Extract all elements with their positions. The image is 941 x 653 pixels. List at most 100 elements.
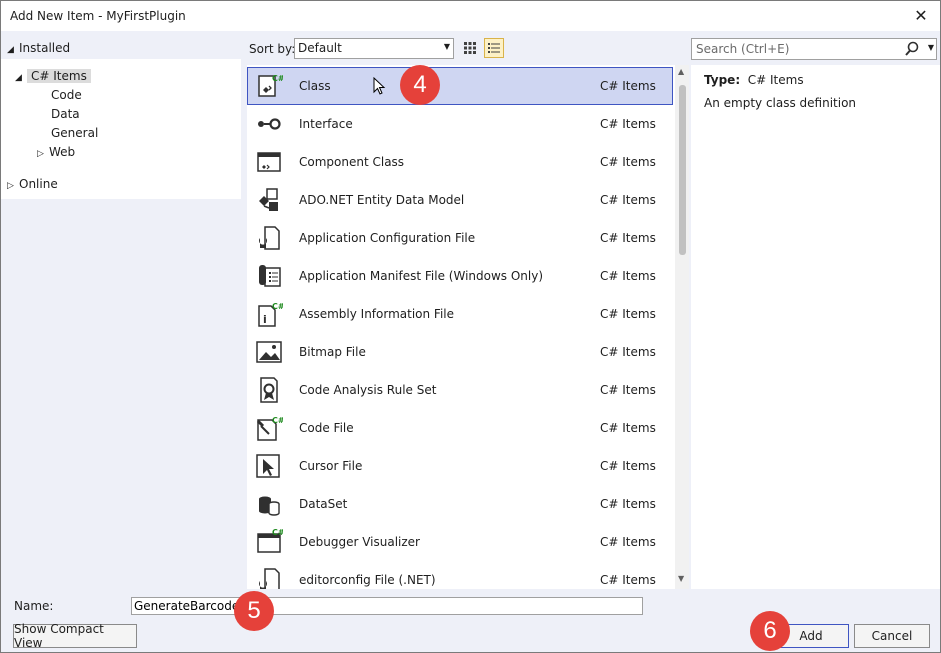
dataset-icon [259, 496, 280, 516]
title-bar: Add New Item - MyFirstPlugin ✕ [1, 1, 940, 31]
tree-node-web[interactable]: ▷ Web [37, 143, 75, 161]
template-item-row[interactable]: Interface C# Items [247, 105, 673, 143]
template-item-category: C# Items [600, 421, 656, 435]
rule-set-icon [260, 377, 278, 403]
tree-node-general[interactable]: General [51, 124, 98, 142]
sort-by-dropdown[interactable]: Default ▼ [294, 38, 454, 59]
window-title: Add New Item - MyFirstPlugin [10, 9, 186, 23]
template-item-name: Code File [299, 421, 354, 435]
template-item-category: C# Items [600, 383, 656, 397]
template-item-name: Cursor File [299, 459, 363, 473]
template-item-row[interactable]: Application Configuration File C# Items [247, 219, 673, 257]
template-item-row[interactable]: Code Analysis Rule Set C# Items [247, 371, 673, 409]
template-item-name: Application Configuration File [299, 231, 476, 245]
list-scrollbar[interactable]: ▲ ▼ [675, 65, 689, 589]
svg-text:C#: C# [272, 74, 283, 83]
template-item-name: Code Analysis Rule Set [299, 383, 437, 397]
template-item-name: Interface [299, 117, 353, 131]
template-item-name: Application Manifest File (Windows Only) [299, 269, 544, 283]
sort-by-label: Sort by: [249, 42, 296, 56]
cursor-file-icon [256, 454, 280, 478]
template-item-row[interactable]: C# Class C# Items [247, 67, 673, 105]
grid-view-icon [464, 42, 476, 54]
template-item-name: DataSet [299, 497, 348, 511]
tree-node-code[interactable]: Code [51, 86, 82, 104]
step-badge-6: 6 [750, 611, 790, 651]
name-label: Name: [14, 599, 54, 613]
component-class-icon [257, 152, 281, 172]
tree-node-installed-label: Installed [19, 41, 71, 55]
tree-node-data[interactable]: Data [51, 105, 80, 123]
details-type-value: C# Items [747, 73, 804, 87]
template-item-category: C# Items [600, 497, 656, 511]
template-item-category: C# Items [600, 193, 656, 207]
template-item-name: editorconfig File (.NET) [299, 573, 436, 587]
list-view-icon [488, 43, 500, 53]
cancel-button[interactable]: Cancel [854, 624, 930, 648]
template-item-row[interactable]: Cursor File C# Items [247, 447, 673, 485]
collapse-triangle-icon[interactable]: ◢ [7, 41, 19, 59]
template-item-category: C# Items [600, 345, 656, 359]
template-item-row[interactable]: Application Manifest File (Windows Only)… [247, 257, 673, 295]
tree-node-installed[interactable]: ◢ Installed [7, 39, 70, 57]
template-item-category: C# Items [600, 231, 656, 245]
code-file-icon: C# [256, 416, 283, 441]
template-item-category: C# Items [600, 573, 656, 587]
debugger-visualizer-icon: C# [257, 528, 283, 553]
template-item-row[interactable]: Bitmap File C# Items [247, 333, 673, 371]
close-icon[interactable]: ✕ [912, 7, 930, 25]
details-description: An empty class definition [704, 96, 857, 110]
collapse-triangle-icon[interactable]: ◢ [15, 69, 27, 87]
add-new-item-dialog: Add New Item - MyFirstPlugin ✕ ◢ Installe… [0, 0, 941, 653]
chevron-down-icon: ▼ [443, 42, 450, 51]
step-badge-4: 4 [400, 65, 440, 105]
name-input[interactable] [131, 597, 643, 615]
class-icon: C# [258, 74, 283, 97]
scroll-down-arrow-icon[interactable]: ▼ [678, 574, 684, 583]
template-item-category: C# Items [600, 459, 656, 473]
template-item-name: Class [299, 79, 331, 93]
assembly-info-icon: i C# [258, 302, 283, 327]
template-item-category: C# Items [600, 117, 656, 131]
tree-node-csharp-items-label: C# Items [27, 69, 91, 83]
svg-text:C#: C# [272, 528, 283, 537]
search-box: ▼ [691, 38, 937, 60]
template-item-row[interactable]: DataSet C# Items [247, 485, 673, 523]
template-details-panel: Type: C# Items An empty class definition [691, 65, 940, 589]
template-list: C#ClassC# ItemsInterfaceC# ItemsComponen… [247, 65, 689, 589]
details-type-label: Type: [704, 73, 741, 87]
svg-text:C#: C# [272, 302, 283, 311]
entity-model-icon [259, 188, 278, 211]
template-item-row[interactable]: C# Code File C# Items [247, 409, 673, 447]
template-item-name: Bitmap File [299, 345, 366, 359]
medium-icons-view-button[interactable] [460, 38, 480, 58]
show-compact-view-button[interactable]: Show Compact View [13, 622, 137, 650]
template-item-category: C# Items [600, 535, 656, 549]
tree-node-online[interactable]: ▷ Online [7, 175, 58, 193]
search-input[interactable] [694, 40, 903, 58]
template-item-row[interactable]: editorconfig File (.NET) C# Items [247, 561, 673, 589]
template-item-name: Component Class [299, 155, 405, 169]
scroll-up-arrow-icon[interactable]: ▲ [678, 67, 684, 76]
template-item-row[interactable]: C# Debugger Visualizer C# Items [247, 523, 673, 561]
template-item-name: Debugger Visualizer [299, 535, 420, 549]
expand-triangle-icon[interactable]: ▷ [7, 177, 19, 195]
expand-triangle-icon[interactable]: ▷ [37, 145, 49, 163]
template-item-category: C# Items [600, 269, 656, 283]
template-item-name: Assembly Information File [299, 307, 455, 321]
template-item-name: ADO.NET Entity Data Model [299, 193, 465, 207]
template-item-category: C# Items [600, 155, 656, 169]
details-type: Type: C# Items [704, 73, 804, 87]
tree-node-web-label: Web [49, 145, 76, 159]
template-item-row[interactable]: i C# Assembly Information File C# Items [247, 295, 673, 333]
template-item-row[interactable]: Component Class C# Items [247, 143, 673, 181]
search-icon[interactable] [904, 40, 920, 58]
svg-text:i: i [263, 313, 267, 326]
tree-node-online-label: Online [19, 177, 58, 191]
tree-node-csharp-items[interactable]: ◢ C# Items [15, 67, 91, 85]
template-item-row[interactable]: ADO.NET Entity Data Model C# Items [247, 181, 673, 219]
search-options-chevron-icon[interactable]: ▼ [928, 43, 934, 52]
scrollbar-thumb[interactable] [679, 85, 686, 255]
details-view-button[interactable] [484, 38, 504, 58]
svg-text:C#: C# [272, 416, 283, 425]
